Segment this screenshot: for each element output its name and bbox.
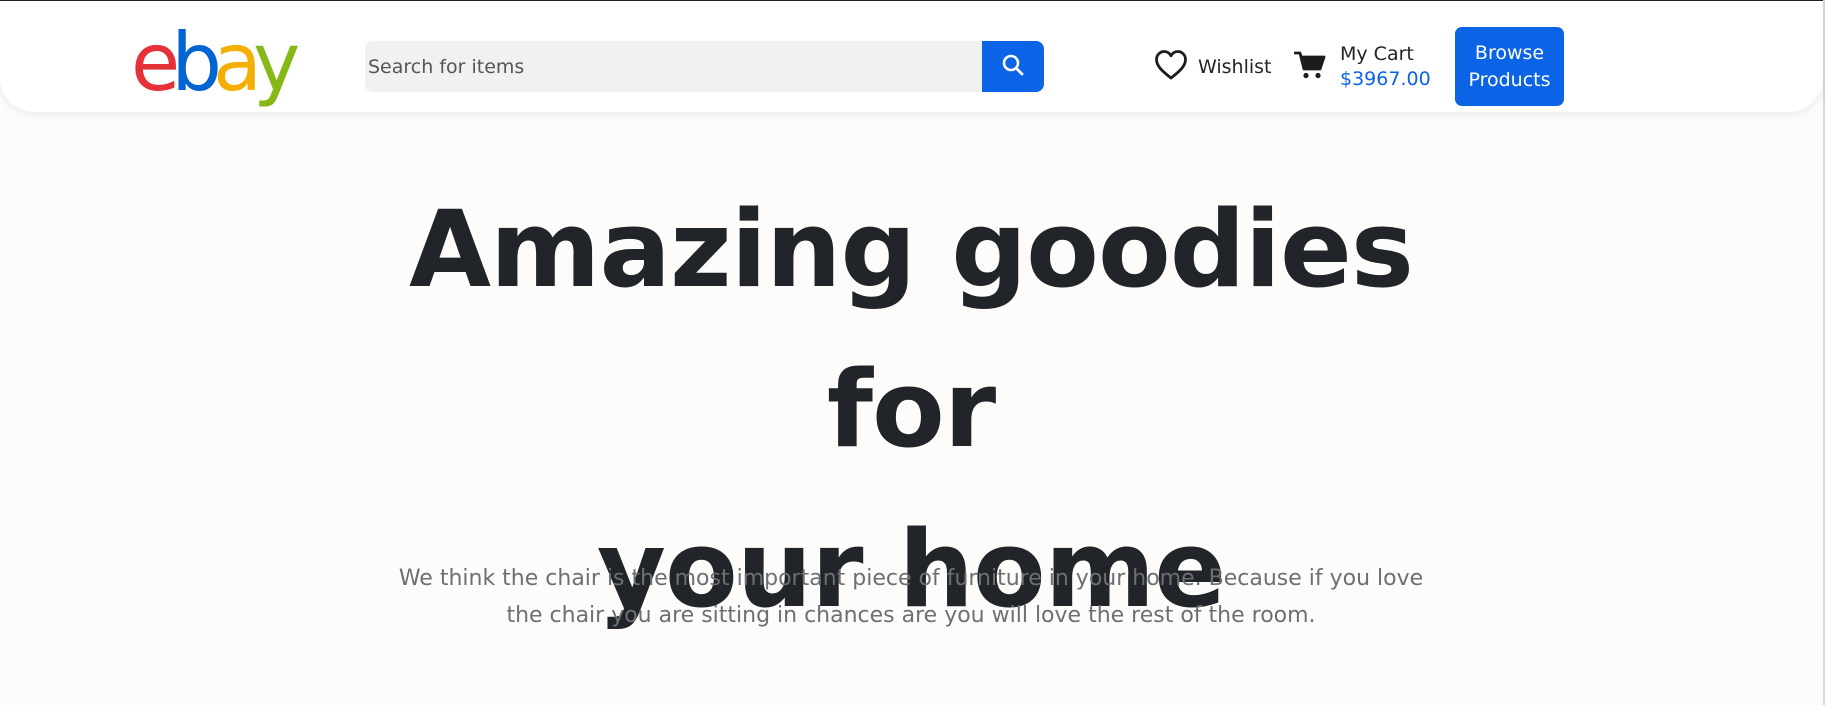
hero-description-line2: the chair you are sitting in chances are… <box>506 603 1316 628</box>
navbar: e b a y Wishlist <box>0 1 1823 112</box>
logo-letter-a: a <box>213 16 262 109</box>
search-input[interactable] <box>365 41 982 92</box>
search-button[interactable] <box>982 41 1044 92</box>
logo-letter-e: e <box>131 16 180 109</box>
cart-label: My Cart <box>1340 43 1414 66</box>
cart-link[interactable]: My Cart $3967.00 <box>1293 39 1431 95</box>
cart-icon <box>1293 50 1326 84</box>
cart-summary: My Cart $3967.00 <box>1340 42 1431 91</box>
logo-letter-y: y <box>253 16 300 109</box>
cart-total: $3967.00 <box>1340 68 1431 90</box>
search-icon <box>1001 53 1025 80</box>
hero-description-line1: We think the chair is the most important… <box>398 566 1424 591</box>
hero-title-line1: Amazing goodies for <box>408 188 1414 471</box>
logo-letter-b: b <box>171 16 222 109</box>
hero-description: We think the chair is the most important… <box>370 560 1452 634</box>
heart-icon <box>1154 49 1188 85</box>
ebay-logo[interactable]: e b a y <box>131 13 300 109</box>
wishlist-label: Wishlist <box>1198 56 1272 78</box>
wishlist-link[interactable]: Wishlist <box>1154 49 1272 85</box>
browse-products-label-line1: Browse <box>1474 41 1545 64</box>
browse-products-label-line2: Products <box>1468 68 1551 91</box>
browse-products-button[interactable]: Browse Products <box>1455 27 1564 106</box>
search-bar <box>365 41 1044 92</box>
